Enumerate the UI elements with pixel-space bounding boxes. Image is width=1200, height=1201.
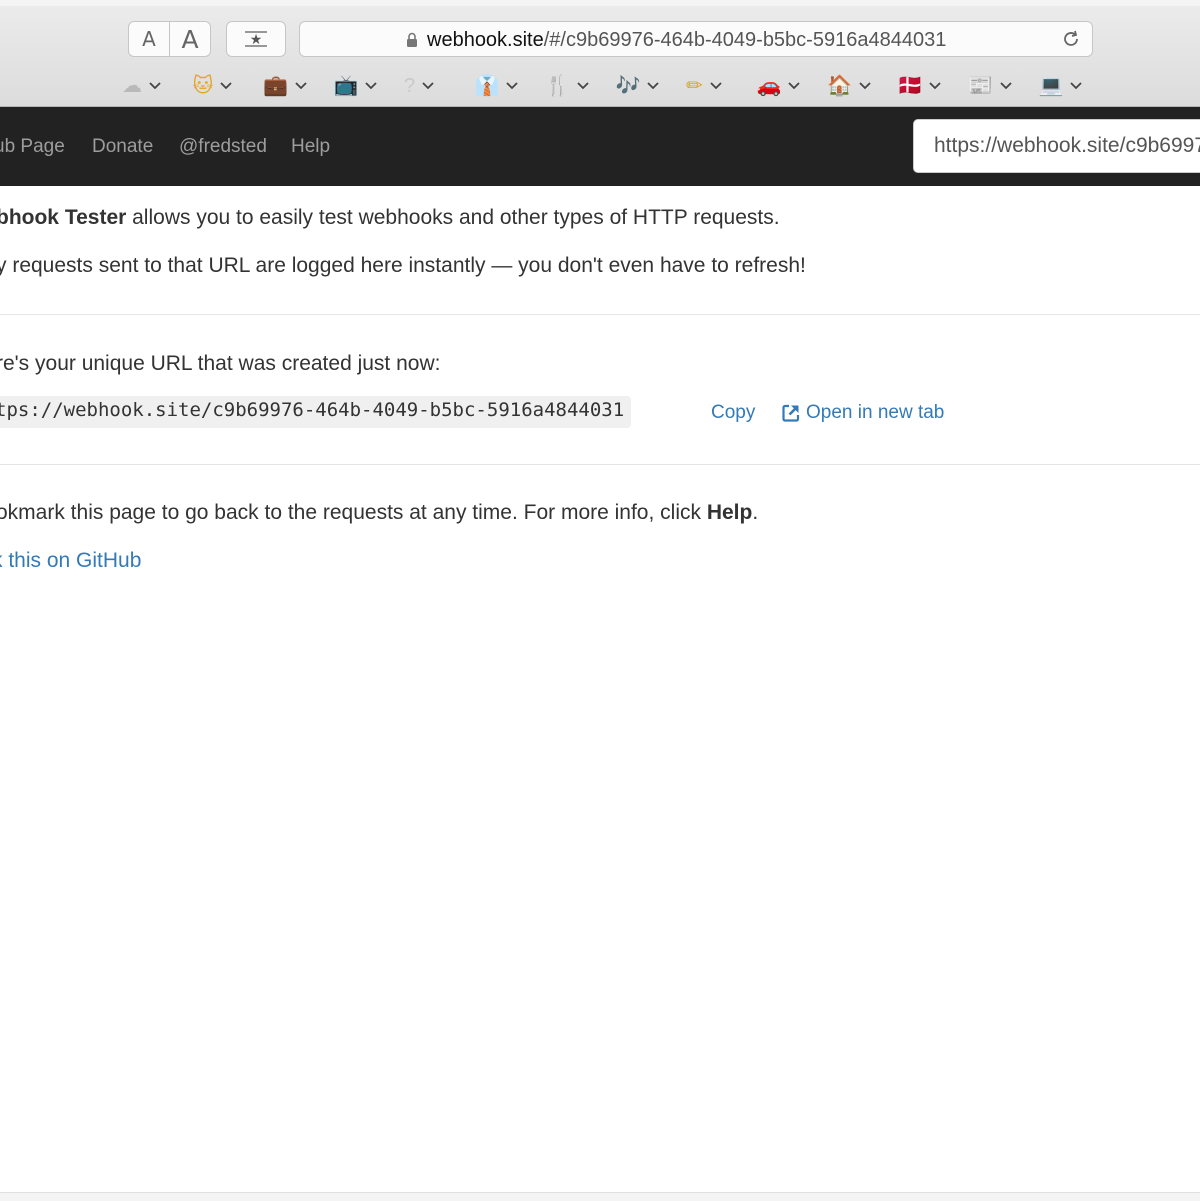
- bookmark-hint-text: okmark this page to go back to the reque…: [0, 501, 758, 525]
- chevron-down-icon: [1000, 82, 1012, 90]
- cutlery-folder-icon: 🍴: [545, 75, 570, 97]
- reader-view-button[interactable]: ★: [226, 21, 286, 57]
- increase-font-button[interactable]: A: [170, 22, 210, 56]
- unique-url-heading: re's your unique URL that was created ju…: [0, 352, 441, 375]
- laptop-folder-icon: 💻: [1038, 75, 1064, 97]
- bookmark-folder-music-folder[interactable]: 🎶: [616, 72, 661, 100]
- pencil-folder-icon: ✏: [686, 75, 703, 97]
- bookmark-folder-pencil-folder[interactable]: ✏: [686, 72, 723, 100]
- address-path: /#/c9b69976-464b-4049-b5bc-5916a4844031: [543, 29, 947, 51]
- chevron-down-icon: [859, 82, 871, 90]
- intro-line-2: y requests sent to that URL are logged h…: [0, 254, 806, 277]
- chevron-down-icon: [422, 82, 434, 90]
- chevron-down-icon: [365, 82, 378, 90]
- webhook-url-field[interactable]: [913, 119, 1200, 173]
- bookmark-folder-news-folder[interactable]: 📰: [968, 72, 1013, 100]
- external-link-icon: [782, 404, 800, 422]
- decrease-font-button[interactable]: A: [129, 22, 170, 56]
- copy-button[interactable]: Copy: [711, 402, 755, 424]
- open-new-tab-label: Open in new tab: [806, 402, 945, 423]
- chevron-down-icon: [506, 82, 519, 90]
- nav-twitter-link[interactable]: @fredsted: [179, 136, 267, 158]
- nav-github-page-link[interactable]: ub Page: [0, 136, 65, 158]
- lock-icon: [407, 32, 417, 47]
- chevron-down-icon: [295, 82, 307, 90]
- bookmark-folder-person-folder[interactable]: 👔: [475, 72, 520, 100]
- bookmark-hint-help: Help: [706, 501, 753, 524]
- bookmark-folder-cutlery-folder[interactable]: 🍴: [545, 72, 590, 100]
- bookmarks-bar: ☁ 🐱 💼 📺? 👔 🍴 🎶 ✏ 🚗 🏠 🇩🇰 📰 💻: [0, 68, 1200, 104]
- divider: [0, 464, 1200, 465]
- address-url[interactable]: webhook.site/#/c9b69976-464b-4049-b5bc-5…: [427, 29, 946, 52]
- chevron-down-icon: [788, 82, 801, 90]
- chevron-down-icon: [710, 82, 722, 90]
- open-new-tab-link[interactable]: Open in new tab: [781, 402, 944, 424]
- music-folder-icon: 🎶: [615, 75, 641, 97]
- chevron-down-icon: [220, 82, 232, 90]
- question-folder-icon: ?: [404, 75, 416, 97]
- chevron-down-icon: [1070, 82, 1083, 90]
- bookmark-folder-briefcase-folder[interactable]: 💼: [263, 72, 308, 100]
- house-folder-icon: 🏠: [827, 75, 852, 97]
- fork-on-github-link[interactable]: k this on GitHub: [0, 549, 141, 573]
- bookmark-hint-main: okmark this page to go back to the reque…: [0, 501, 707, 524]
- bookmark-folder-tv-folder[interactable]: 📺: [334, 72, 379, 100]
- intro-title: bhook Tester: [0, 206, 127, 229]
- window-top-edge: [0, 0, 1200, 6]
- news-folder-icon: 📰: [968, 75, 993, 97]
- chevron-down-icon: [149, 82, 161, 90]
- bookmark-folder-house-folder[interactable]: 🏠: [827, 72, 872, 100]
- bookmark-hint-end: .: [752, 501, 759, 524]
- tv-folder-icon: 📺: [333, 75, 359, 97]
- nav-donate-link[interactable]: Donate: [92, 136, 153, 158]
- text-size-control: A A: [128, 21, 211, 57]
- bookmark-folder-cat-folder[interactable]: 🐱: [193, 72, 234, 100]
- reload-icon[interactable]: [1060, 28, 1082, 50]
- intro-description: allows you to easily test webhooks and o…: [126, 206, 780, 229]
- browser-toolbar: A A ★ webhook.site/#/c9b69976-464b-4049-…: [0, 0, 1200, 107]
- car-folder-icon: 🚗: [756, 75, 782, 97]
- bookmark-folder-car-folder[interactable]: 🚗: [757, 72, 802, 100]
- briefcase-folder-icon: 💼: [263, 75, 288, 97]
- cat-folder-icon: 🐱: [192, 75, 214, 97]
- nav-help-link[interactable]: Help: [291, 136, 330, 158]
- divider: [0, 314, 1200, 315]
- bookmark-folder-flag-folder[interactable]: 🇩🇰: [898, 72, 943, 100]
- address-host: webhook.site: [427, 29, 544, 51]
- bookmark-folder-cloud-folder[interactable]: ☁: [122, 72, 162, 100]
- chevron-down-icon: [577, 82, 589, 90]
- person-folder-icon: 👔: [474, 75, 500, 97]
- intro-text: bhook Tester allows you to easily test w…: [0, 206, 780, 230]
- cloud-folder-icon: ☁: [122, 75, 142, 97]
- reader-icon: ★: [245, 31, 267, 48]
- unique-url-code[interactable]: tps://webhook.site/c9b69976-464b-4049-b5…: [0, 396, 632, 428]
- flag-folder-icon: 🇩🇰: [897, 75, 923, 97]
- chevron-down-icon: [929, 82, 942, 90]
- address-bar[interactable]: webhook.site/#/c9b69976-464b-4049-b5bc-5…: [299, 21, 1093, 57]
- bookmark-folder-laptop-folder[interactable]: 💻: [1039, 72, 1084, 100]
- chevron-down-icon: [647, 82, 660, 90]
- bookmark-folder-question-folder[interactable]: ?: [404, 72, 435, 100]
